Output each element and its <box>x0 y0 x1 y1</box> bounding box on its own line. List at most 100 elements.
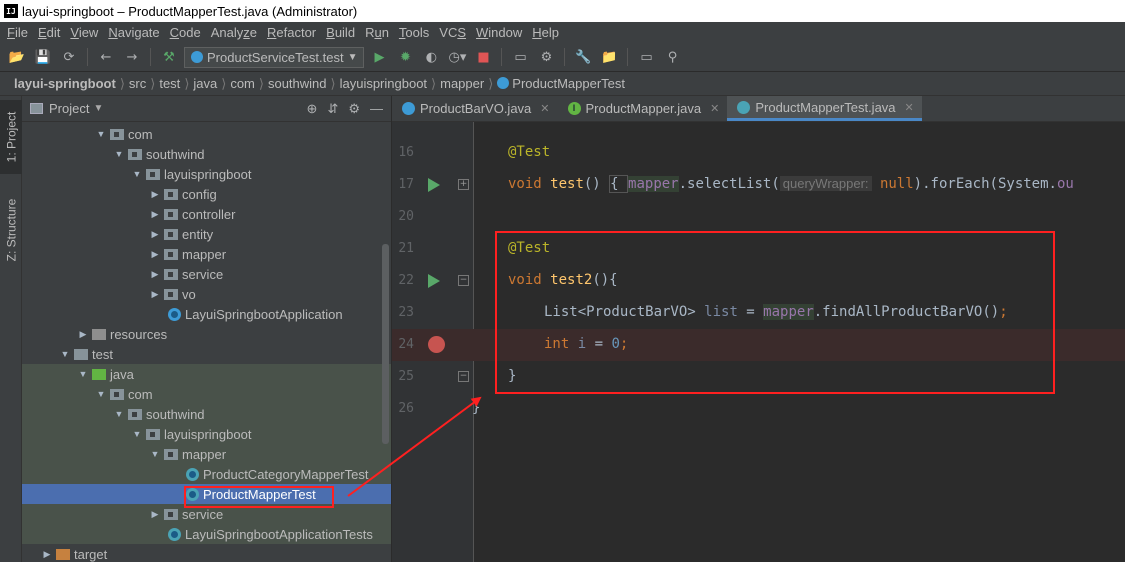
tree-item-resources[interactable]: ▶ resources <box>22 324 391 344</box>
code-line-26[interactable]: 26 } <box>392 393 1125 425</box>
run-configuration-select[interactable]: ProductServiceTest.test ▼ <box>184 46 365 68</box>
expanded-arrow-icon[interactable]: ▼ <box>58 349 72 359</box>
collapsed-arrow-icon[interactable]: ▶ <box>148 209 162 220</box>
stop-icon[interactable]: ■ <box>472 46 494 68</box>
code-token: () <box>583 176 610 192</box>
menu-item[interactable]: File <box>2 25 33 40</box>
expanded-arrow-icon[interactable]: ▼ <box>130 169 144 179</box>
tree-item-southwind[interactable]: ▼ southwind <box>22 144 391 164</box>
breadcrumb-project[interactable]: layui-springboot <box>10 76 120 91</box>
expand-fold-icon[interactable]: + <box>458 179 469 190</box>
tree-item-test-layuispringboot[interactable]: ▼ layuispringboot <box>22 424 391 444</box>
run-icon[interactable]: ▶ <box>368 46 390 68</box>
tree-item-test-java[interactable]: ▼ java <box>22 364 391 384</box>
menu-item[interactable]: VCS <box>434 25 471 40</box>
collapsed-arrow-icon[interactable]: ▶ <box>148 229 162 240</box>
search-icon[interactable]: ⚲ <box>661 46 683 68</box>
expanded-arrow-icon[interactable]: ▼ <box>148 449 162 459</box>
breakpoint-icon[interactable] <box>428 336 445 353</box>
collapsed-arrow-icon[interactable]: ▶ <box>148 249 162 260</box>
expanded-arrow-icon[interactable]: ▼ <box>112 409 126 419</box>
project-structure-icon[interactable]: 📁 <box>598 46 620 68</box>
expanded-arrow-icon[interactable]: ▼ <box>94 129 108 139</box>
collapse-fold-icon[interactable]: − <box>458 371 469 382</box>
tree-item-application-tests[interactable]: LayuiSpringbootApplicationTests <box>22 524 391 544</box>
run-test-icon[interactable] <box>428 274 440 288</box>
collapse-fold-icon[interactable]: − <box>458 275 469 286</box>
coverage-icon[interactable]: ⚙ <box>535 46 557 68</box>
collapsed-arrow-icon[interactable]: ▶ <box>148 269 162 280</box>
collapsed-arrow-icon[interactable]: ▶ <box>148 289 162 300</box>
tree-item-application[interactable]: LayuiSpringbootApplication <box>22 304 391 324</box>
breadcrumb-mapper[interactable]: mapper <box>436 76 488 91</box>
project-tool-tab[interactable]: 1: Project <box>0 100 22 174</box>
menu-item[interactable]: Navigate <box>103 25 164 40</box>
menu-item[interactable]: View <box>65 25 103 40</box>
code-line-17[interactable]: 17 + void test() { mapper.selectList(que… <box>392 169 1125 201</box>
tree-item-entity[interactable]: ▶ entity <box>22 224 391 244</box>
tree-item-test-mapper[interactable]: ▼ mapper <box>22 444 391 464</box>
attach-debugger-icon[interactable]: ▭ <box>509 46 531 68</box>
sync-icon[interactable]: ⟳ <box>58 46 80 68</box>
close-icon[interactable]: ✕ <box>905 101 914 114</box>
code-line-20[interactable]: 20 <box>392 201 1125 233</box>
collapsed-arrow-icon[interactable]: ▶ <box>40 549 54 560</box>
tree-item-product-category-mapper-test[interactable]: ProductCategoryMapperTest <box>22 464 391 484</box>
menu-item[interactable]: Edit <box>33 25 65 40</box>
tree-item-mapper[interactable]: ▶ mapper <box>22 244 391 264</box>
menu-item[interactable]: Run <box>360 25 394 40</box>
breadcrumb-test[interactable]: test <box>155 76 184 91</box>
breadcrumb-src[interactable]: src <box>125 76 150 91</box>
menu-item[interactable]: Help <box>527 25 564 40</box>
code-line-16[interactable]: 16 @Test <box>392 137 1125 169</box>
back-arrow-icon[interactable]: ← <box>95 46 117 68</box>
close-icon[interactable]: ✕ <box>540 102 549 115</box>
run-with-coverage-icon[interactable]: ◐ <box>420 46 442 68</box>
tree-item-main[interactable] <box>22 104 391 124</box>
tree-item-test-southwind[interactable]: ▼ southwind <box>22 404 391 424</box>
tree-item-config[interactable]: ▶ config <box>22 184 391 204</box>
breadcrumb-com[interactable]: com <box>226 76 259 91</box>
expanded-arrow-icon[interactable]: ▼ <box>94 389 108 399</box>
terminal-icon[interactable]: ▭ <box>635 46 657 68</box>
menu-item[interactable]: Analyze <box>206 25 262 40</box>
breadcrumb-layuispringboot[interactable]: layuispringboot <box>336 76 431 91</box>
save-all-icon[interactable]: 💾 <box>32 46 54 68</box>
collapsed-arrow-icon[interactable]: ▶ <box>148 189 162 200</box>
tree-item-target[interactable]: ▶ target <box>22 544 391 562</box>
tab-product-bar-vo[interactable]: ProductBarVO.java ✕ <box>392 96 558 121</box>
tree-item-controller[interactable]: ▶ controller <box>22 204 391 224</box>
tab-product-mapper[interactable]: I ProductMapper.java ✕ <box>558 96 728 121</box>
menu-item[interactable]: Build <box>321 25 360 40</box>
tree-item-test[interactable]: ▼ test <box>22 344 391 364</box>
collapsed-arrow-icon[interactable]: ▶ <box>76 329 90 340</box>
tree-item-service[interactable]: ▶ service <box>22 264 391 284</box>
expanded-arrow-icon[interactable]: ▼ <box>112 149 126 159</box>
forward-arrow-icon[interactable]: → <box>121 46 143 68</box>
expanded-arrow-icon[interactable]: ▼ <box>76 369 90 379</box>
tree-scrollbar[interactable] <box>382 244 389 444</box>
build-hammer-icon[interactable]: ⚒ <box>158 46 180 68</box>
open-folder-icon[interactable]: 📂 <box>6 46 28 68</box>
debug-bug-icon[interactable]: ✹ <box>394 46 416 68</box>
close-icon[interactable]: ✕ <box>710 102 719 115</box>
menu-item[interactable]: Tools <box>394 25 434 40</box>
wrench-settings-icon[interactable]: 🔧 <box>572 46 594 68</box>
menu-item[interactable]: Refactor <box>262 25 321 40</box>
run-test-icon[interactable] <box>428 178 440 192</box>
breadcrumb-southwind[interactable]: southwind <box>264 76 331 91</box>
structure-tool-tab[interactable]: Z: Structure <box>0 188 22 272</box>
breadcrumb-java[interactable]: java <box>189 76 221 91</box>
breadcrumb-class[interactable]: ProductMapperTest <box>493 76 629 91</box>
tree-item-com[interactable]: ▼ com <box>22 124 391 144</box>
expanded-arrow-icon[interactable]: ▼ <box>130 429 144 439</box>
tree-item-layuispringboot[interactable]: ▼ layuispringboot <box>22 164 391 184</box>
menu-item[interactable]: Code <box>165 25 206 40</box>
menu-item[interactable]: Window <box>471 25 527 40</box>
folded-brace-token[interactable]: { <box>609 175 629 193</box>
tab-product-mapper-test[interactable]: ProductMapperTest.java ✕ <box>727 96 922 121</box>
tree-item-test-com[interactable]: ▼ com <box>22 384 391 404</box>
tree-item-vo[interactable]: ▶ vo <box>22 284 391 304</box>
collapsed-arrow-icon[interactable]: ▶ <box>148 509 162 520</box>
profile-icon[interactable]: ◷▾ <box>446 46 468 68</box>
